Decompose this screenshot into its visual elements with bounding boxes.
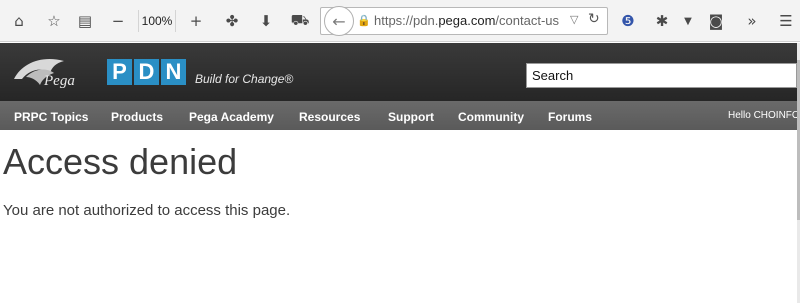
reload-icon[interactable]: ↻ bbox=[588, 11, 600, 27]
zoom-level[interactable]: 100% bbox=[138, 10, 176, 32]
pdn-letter: P bbox=[107, 59, 132, 85]
browser-toolbar: ⌂ ☆ ▤ − 100% + ✤ ⬇ ⛟ ← 🔒 https://pdn.peg… bbox=[0, 0, 800, 42]
nav-item-products[interactable]: Products bbox=[111, 110, 163, 124]
tagline: Build for Change® bbox=[195, 72, 294, 86]
download-icon[interactable]: ⬇ bbox=[254, 9, 278, 33]
overflow-icon[interactable]: » bbox=[740, 9, 764, 33]
nav-item-prpc-topics[interactable]: PRPC Topics bbox=[14, 110, 88, 124]
url-text[interactable]: https://pdn.pega.com/contact-us bbox=[374, 13, 559, 28]
site-header: Pega P D N Build for Change® Search bbox=[0, 43, 797, 101]
lock-icon: 🔒 bbox=[357, 14, 371, 27]
pdn-logo[interactable]: P D N bbox=[107, 59, 186, 85]
back-icon[interactable]: ← bbox=[324, 6, 354, 36]
error-message: You are not authorized to access this pa… bbox=[3, 202, 291, 219]
reading-list-icon[interactable]: ▤ bbox=[73, 9, 97, 33]
url-dropdown-icon[interactable]: ▽ bbox=[570, 13, 578, 26]
addon-icon[interactable]: ❺ bbox=[616, 9, 640, 33]
user-greeting[interactable]: Hello CHOINFO bbox=[728, 110, 800, 121]
chevron-down-icon[interactable]: ▼ bbox=[676, 9, 700, 33]
nav-item-pega-academy[interactable]: Pega Academy bbox=[189, 110, 274, 124]
pdn-letter: N bbox=[161, 59, 186, 85]
mask-icon[interactable]: ◙ bbox=[704, 9, 728, 33]
zoom-out-icon[interactable]: − bbox=[106, 9, 130, 33]
main-nav: PRPC Topics Products Pega Academy Resour… bbox=[0, 101, 800, 130]
menu-icon[interactable]: ☰ bbox=[774, 9, 798, 33]
pdn-letter: D bbox=[134, 59, 159, 85]
logo-text: Pega bbox=[44, 73, 75, 89]
home-icon[interactable]: ⌂ bbox=[7, 9, 31, 33]
zoom-in-icon[interactable]: + bbox=[184, 9, 208, 33]
bug-icon[interactable]: ✱ bbox=[650, 9, 674, 33]
search-input[interactable]: Search bbox=[526, 63, 797, 88]
extension-icon[interactable]: ✤ bbox=[220, 9, 244, 33]
nav-item-resources[interactable]: Resources bbox=[299, 110, 360, 124]
nav-item-support[interactable]: Support bbox=[388, 110, 434, 124]
nav-item-forums[interactable]: Forums bbox=[548, 110, 592, 124]
sync-icon[interactable]: ⛟ bbox=[288, 9, 312, 33]
page-title: Access denied bbox=[3, 141, 238, 182]
star-icon[interactable]: ☆ bbox=[42, 9, 66, 33]
nav-item-community[interactable]: Community bbox=[458, 110, 524, 124]
